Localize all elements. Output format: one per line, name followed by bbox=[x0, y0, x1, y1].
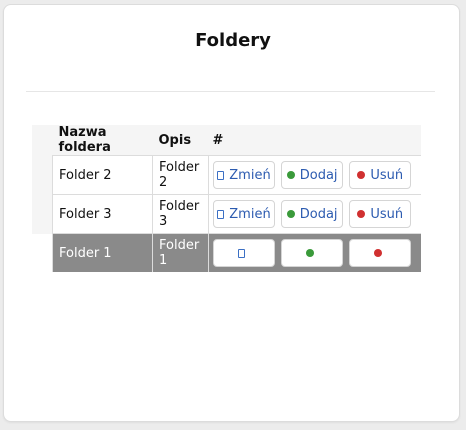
actions-cell: Zmień Dodaj Usuń bbox=[208, 155, 421, 195]
add-button[interactable]: Dodaj bbox=[281, 200, 344, 228]
header-actions: # bbox=[208, 125, 421, 156]
add-icon bbox=[286, 210, 295, 218]
divider bbox=[26, 91, 435, 92]
edit-button[interactable]: Zmień bbox=[213, 161, 275, 189]
delete-button[interactable] bbox=[349, 239, 412, 267]
edit-icon bbox=[217, 209, 225, 219]
delete-button[interactable]: Usuń bbox=[349, 161, 412, 189]
table-row-selected[interactable]: Folder 1 Folder 1 bbox=[32, 233, 421, 272]
edit-icon bbox=[238, 248, 245, 258]
folder-name-cell: Folder 2 bbox=[52, 155, 153, 195]
delete-button[interactable]: Usuń bbox=[349, 200, 412, 228]
folder-desc-cell: Folder 2 bbox=[152, 155, 209, 195]
delete-icon bbox=[357, 210, 366, 218]
header-folder-name: Nazwa foldera bbox=[52, 125, 153, 156]
folder-name-cell: Folder 1 bbox=[52, 233, 153, 272]
delete-icon bbox=[357, 171, 366, 179]
folder-name-cell: Folder 3 bbox=[52, 194, 153, 234]
folders-table: Nazwa foldera Opis # Folder 2 Folder 2 Z… bbox=[32, 125, 421, 272]
edit-button[interactable] bbox=[213, 239, 275, 267]
add-icon bbox=[305, 249, 314, 257]
folder-desc-cell: Folder 3 bbox=[152, 194, 209, 234]
add-button[interactable]: Dodaj bbox=[281, 161, 344, 189]
edit-icon bbox=[217, 170, 225, 180]
actions-cell bbox=[208, 233, 421, 272]
actions-cell: Zmień Dodaj Usuń bbox=[208, 194, 421, 234]
table-row[interactable]: Folder 3 Folder 3 Zmień Dodaj Usuń bbox=[32, 194, 421, 234]
table-header-row: Nazwa foldera Opis # bbox=[32, 125, 421, 156]
header-blank-cell bbox=[32, 125, 53, 156]
edit-button[interactable]: Zmień bbox=[213, 200, 275, 228]
page-title: Foldery bbox=[195, 30, 271, 51]
folder-desc-cell: Folder 1 bbox=[152, 233, 209, 272]
add-icon bbox=[286, 171, 295, 179]
table-row[interactable]: Folder 2 Folder 2 Zmień Dodaj Usuń bbox=[32, 155, 421, 195]
delete-icon bbox=[373, 249, 382, 257]
header-description: Opis bbox=[152, 125, 209, 156]
add-button[interactable] bbox=[281, 239, 344, 267]
